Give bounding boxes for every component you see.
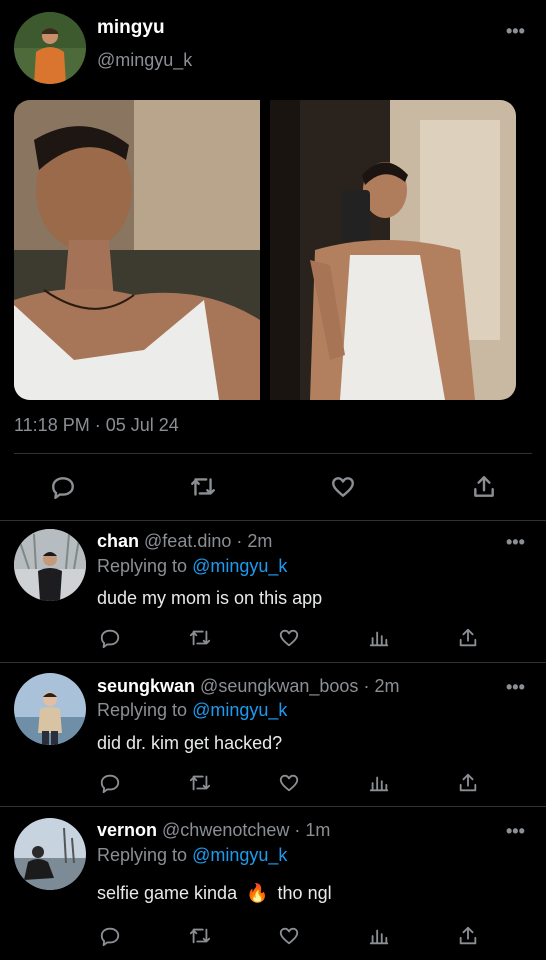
divider [0,806,546,807]
share-icon[interactable] [457,925,479,947]
views-icon[interactable] [368,925,390,947]
reply-author-handle[interactable]: @seungkwan_boos [200,676,358,696]
reply-author-handle[interactable]: @chwenotchew [162,820,289,840]
reply-text-end: tho ngl [277,883,332,903]
more-options-icon[interactable]: ••• [506,677,525,698]
reply-text: selfie game kinda 🔥 tho ngl [97,883,332,904]
replying-to: Replying to @mingyu_k [97,556,287,577]
reply-icon[interactable] [99,772,121,794]
reply-header: seungkwan @seungkwan_boos · 2m [97,676,399,697]
like-icon[interactable] [330,474,356,500]
retweet-icon[interactable] [188,925,212,947]
reply-text: dude my mom is on this app [97,588,323,608]
views-icon[interactable] [368,627,390,649]
replying-to-link[interactable]: @mingyu_k [192,556,287,576]
replying-to-link[interactable]: @mingyu_k [192,700,287,720]
reply-author-handle[interactable]: @feat.dino [144,531,231,551]
replying-to-label: Replying to [97,700,188,720]
reply-time[interactable]: · 1m [294,820,330,840]
reply-author-name[interactable]: vernon [97,820,157,840]
retweet-icon[interactable] [188,772,212,794]
reply-header: chan @feat.dino · 2m [97,531,272,552]
share-icon[interactable] [457,627,479,649]
reply-text-start: selfie game kinda [97,883,238,903]
replying-to: Replying to @mingyu_k [97,845,287,866]
reply-text: did dr. kim get hacked? [97,733,283,753]
replying-to: Replying to @mingyu_k [97,700,287,721]
like-icon[interactable] [278,627,300,649]
retweet-icon[interactable] [189,474,217,500]
reply-author-name[interactable]: chan [97,531,139,551]
reply-avatar[interactable] [14,673,86,745]
timestamp-divider [14,453,532,454]
author-name[interactable]: mingyu [97,17,165,39]
retweet-icon[interactable] [188,627,212,649]
like-icon[interactable] [278,772,300,794]
reply-time[interactable]: · 2m [363,676,399,696]
reply-avatar[interactable] [14,818,86,890]
replying-to-link[interactable]: @mingyu_k [192,845,287,865]
more-options-icon[interactable]: ••• [506,821,525,842]
reply-icon[interactable] [99,925,121,947]
replying-to-label: Replying to [97,845,188,865]
share-icon[interactable] [457,772,479,794]
replying-to-label: Replying to [97,556,188,576]
reply-time[interactable]: · 2m [236,531,272,551]
reply-icon[interactable] [50,474,76,500]
reply-header: vernon @chwenotchew · 1m [97,820,330,841]
media-photo-2[interactable] [270,100,516,400]
views-icon[interactable] [368,772,390,794]
author-avatar[interactable] [14,12,86,84]
reply-avatar[interactable] [14,529,86,601]
reply-icon[interactable] [99,627,121,649]
author-handle[interactable]: @mingyu_k [97,50,192,71]
like-icon[interactable] [278,925,300,947]
tweet-timestamp[interactable]: 11:18 PM · 05 Jul 24 [14,415,179,436]
divider [0,520,546,521]
more-options-icon[interactable]: ••• [506,21,525,42]
share-icon[interactable] [471,474,497,500]
more-options-icon[interactable]: ••• [506,532,525,553]
tweet-media[interactable] [14,100,516,400]
fire-emoji: 🔥 [246,883,269,903]
media-photo-1[interactable] [14,100,260,400]
divider [0,662,546,663]
reply-author-name[interactable]: seungkwan [97,676,195,696]
